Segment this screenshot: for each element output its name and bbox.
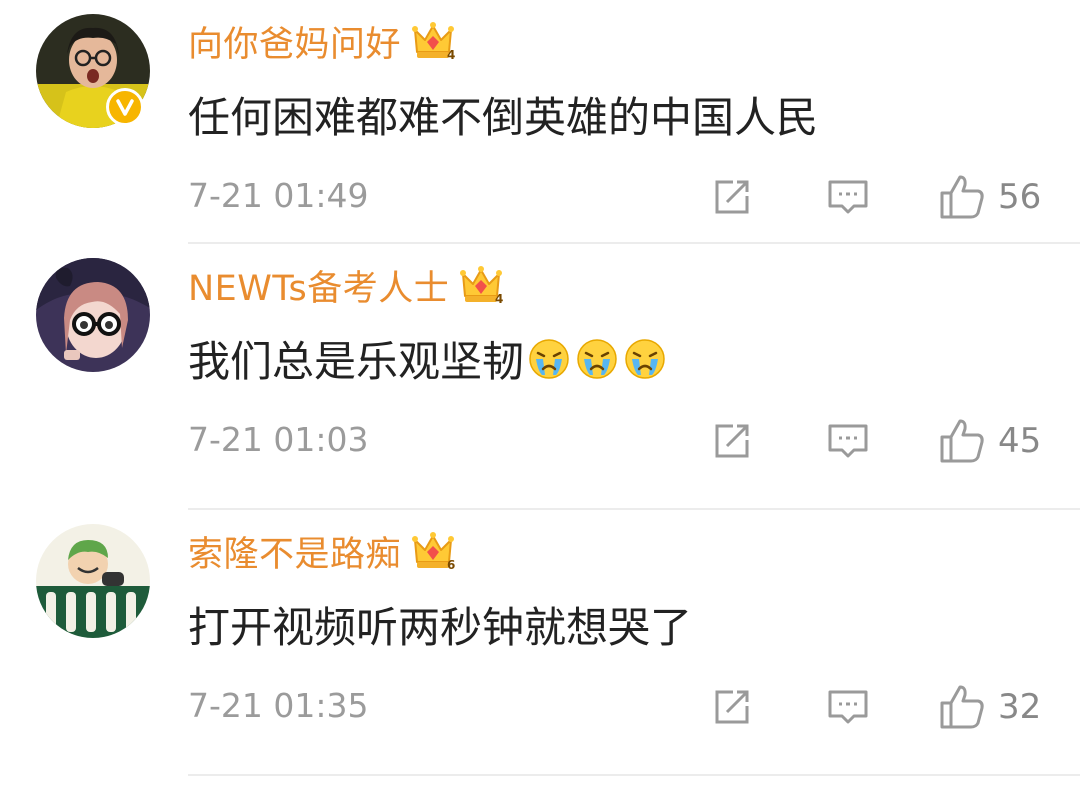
username[interactable]: 索隆不是路痴 bbox=[188, 526, 401, 577]
svg-text:6: 6 bbox=[447, 558, 455, 572]
comment-icon[interactable] bbox=[826, 172, 870, 222]
svg-text:4: 4 bbox=[447, 48, 455, 62]
like-button[interactable]: 45 bbox=[938, 416, 1041, 466]
crying-emoji-icon bbox=[526, 335, 572, 381]
comment-time: 7-21 01:49 bbox=[188, 176, 369, 215]
vip-crown-icon: 4 bbox=[459, 262, 503, 308]
avatar[interactable] bbox=[36, 524, 150, 638]
like-count: 45 bbox=[998, 421, 1042, 461]
comment-text: 打开视频听两秒钟就想哭了 bbox=[188, 602, 693, 652]
vip-crown-icon: 6 bbox=[411, 528, 455, 574]
comment-icon[interactable] bbox=[826, 416, 870, 466]
like-count: 56 bbox=[998, 177, 1042, 217]
like-button[interactable]: 32 bbox=[938, 682, 1041, 732]
comment-list: 向你爸妈问好 4 任何困难都难不倒英雄的中国人民 7-21 01:49 56 N… bbox=[0, 0, 1080, 776]
vip-crown-icon: 4 bbox=[411, 18, 455, 64]
avatar-zoro-icon bbox=[36, 524, 150, 638]
comment-text: 我们总是乐观坚韧 bbox=[188, 328, 668, 388]
comment-item: 索隆不是路痴 6 打开视频听两秒钟就想哭了 7-21 01:35 32 bbox=[0, 510, 1080, 776]
comment-text: 任何困难都难不倒英雄的中国人民 bbox=[188, 92, 819, 142]
username[interactable]: 向你爸妈问好 bbox=[188, 16, 401, 67]
svg-text:4: 4 bbox=[495, 292, 503, 306]
avatar-anime-girl-icon bbox=[36, 258, 150, 372]
username[interactable]: NEWTs备考人士 bbox=[188, 260, 449, 311]
comment-item: 向你爸妈问好 4 任何困难都难不倒英雄的中国人民 7-21 01:49 56 bbox=[0, 0, 1080, 244]
comment-time: 7-21 01:35 bbox=[188, 686, 369, 725]
share-icon[interactable] bbox=[711, 416, 753, 466]
crying-emoji-icon bbox=[574, 335, 620, 381]
like-count: 32 bbox=[998, 687, 1042, 727]
share-icon[interactable] bbox=[711, 682, 753, 732]
share-icon[interactable] bbox=[711, 172, 753, 222]
thumbs-up-icon bbox=[940, 419, 984, 463]
comment-item: NEWTs备考人士 4 我们总是乐观坚韧 7-21 01:03 45 bbox=[0, 244, 1080, 510]
like-button[interactable]: 56 bbox=[938, 172, 1041, 222]
avatar[interactable] bbox=[36, 258, 150, 372]
crying-emoji-icon bbox=[622, 335, 668, 381]
thumbs-up-icon bbox=[940, 685, 984, 729]
verified-badge-icon bbox=[106, 88, 144, 126]
comment-time: 7-21 01:03 bbox=[188, 420, 369, 459]
thumbs-up-icon bbox=[940, 175, 984, 219]
divider bbox=[188, 774, 1080, 776]
comment-icon[interactable] bbox=[826, 682, 870, 732]
